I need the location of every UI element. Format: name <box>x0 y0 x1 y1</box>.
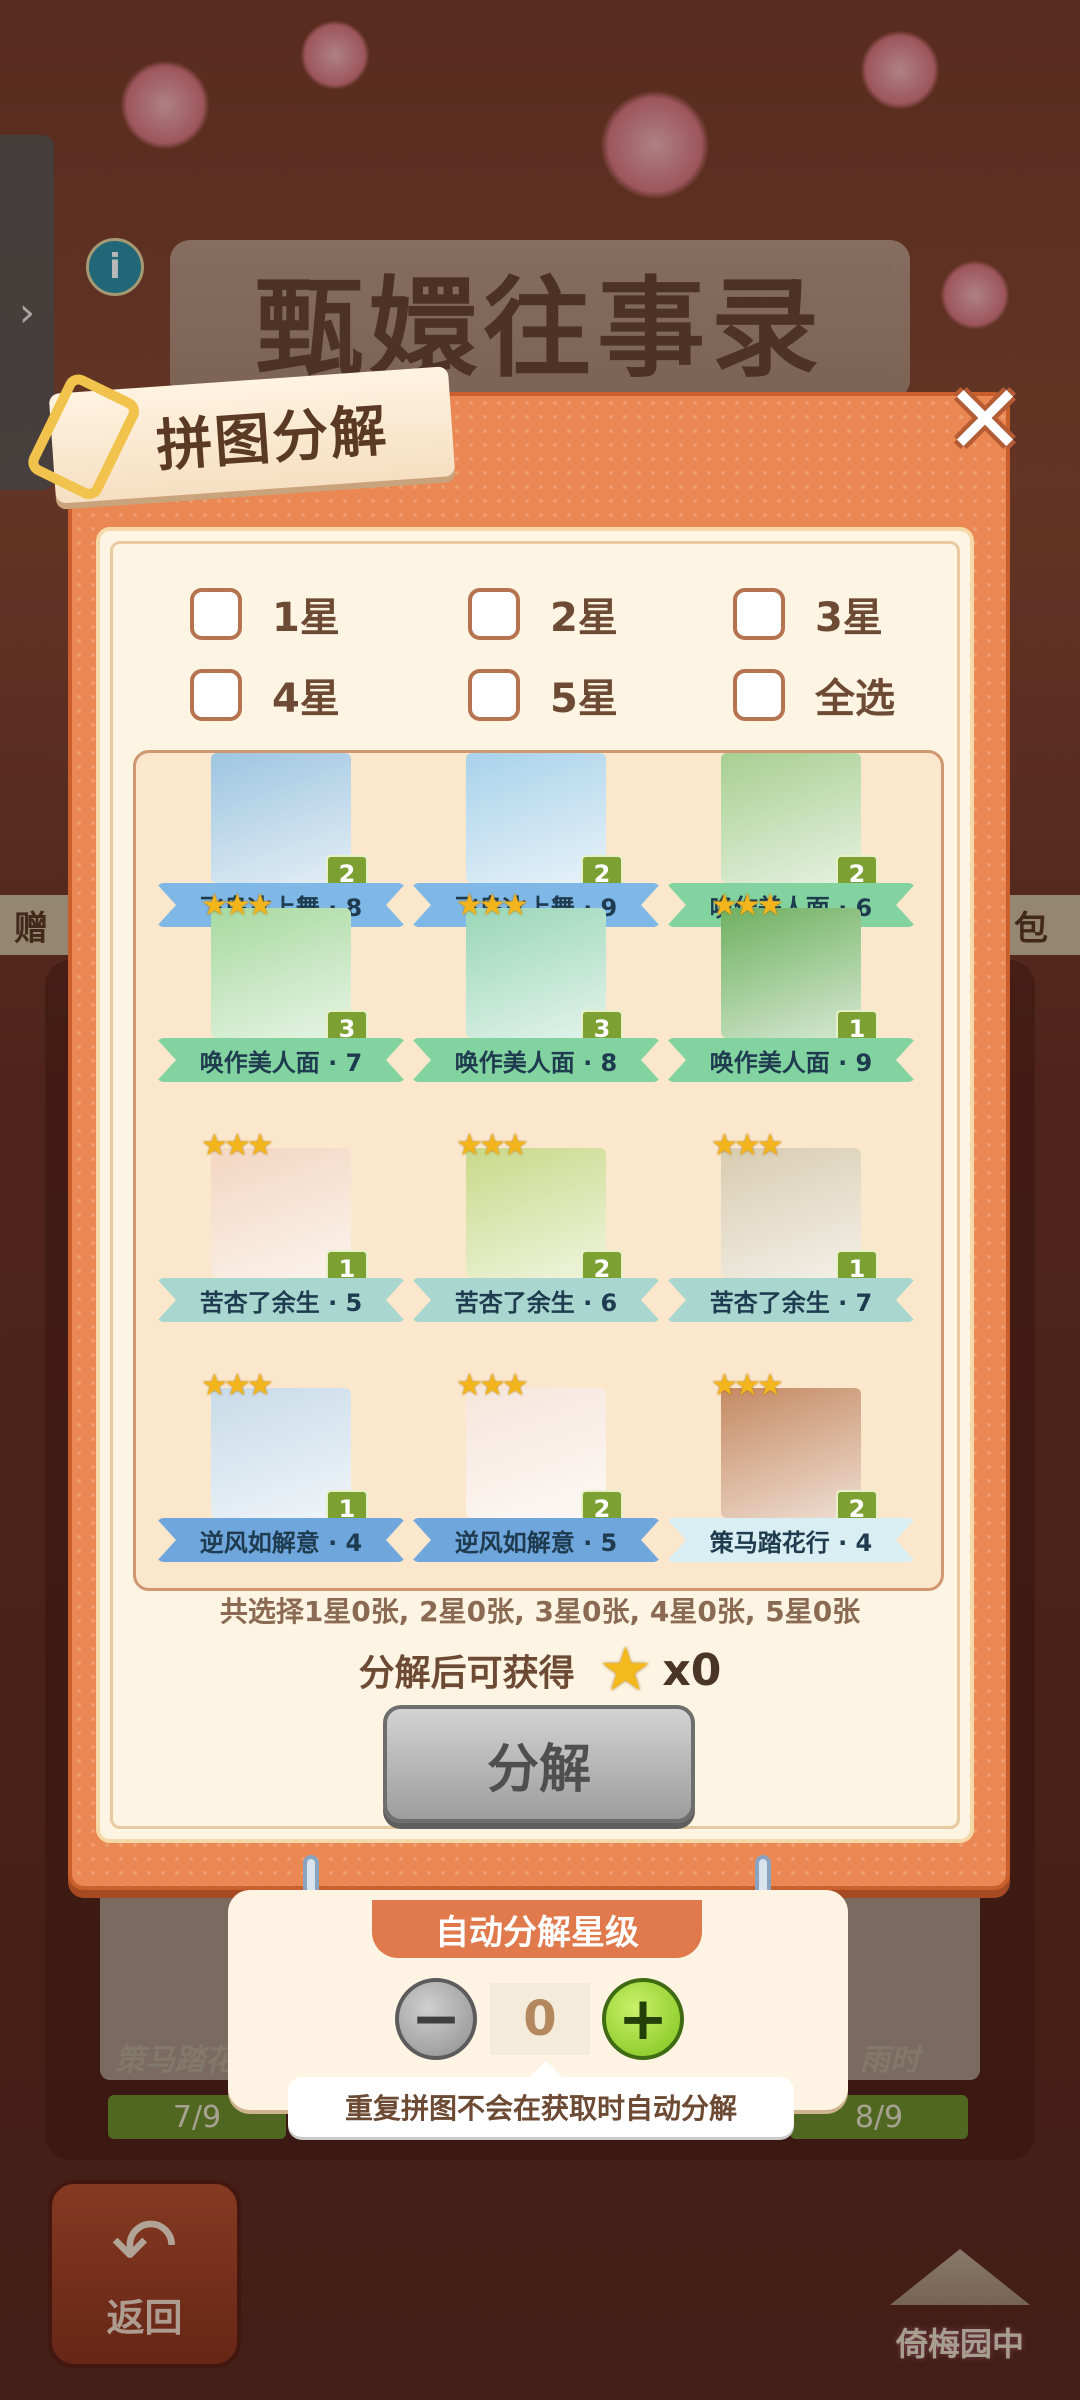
puzzle-piece[interactable]: ★★★ 2 逆风如解意 · 5 <box>411 1368 661 1583</box>
puzzle-piece-grid: 2飞鸟冰上舞 · 8 2飞鸟冰上舞 · 9 2唤作美人面 · 6 ★★★3唤作美… <box>133 750 944 1591</box>
minus-icon: − <box>410 1984 462 2054</box>
filter-label: 3星 <box>815 595 883 641</box>
puzzle-piece[interactable]: ★★★ 3 唤作美人面 · 7 <box>156 888 406 1103</box>
filter-4star[interactable]: 4星 <box>190 666 340 724</box>
star-rating: ★★★ <box>456 1368 529 1403</box>
auto-decompose-title: 自动分解星级 <box>372 1900 702 1958</box>
decompose-button[interactable]: 分解 <box>383 1705 695 1823</box>
star-icon: ★ <box>598 1635 653 1705</box>
puzzle-piece[interactable]: ★★★ 3 唤作美人面 · 8 <box>411 888 661 1103</box>
checkbox[interactable] <box>733 588 785 640</box>
checkbox[interactable] <box>468 588 520 640</box>
selection-summary: 共选择1星0张, 2星0张, 3星0张, 4星0张, 5星0张 <box>219 1595 861 1628</box>
star-rating: ★★★ <box>711 1368 784 1403</box>
decrease-button[interactable]: − <box>395 1978 477 2060</box>
puzzle-piece[interactable]: ★★★ 2 苦杏了余生 · 6 <box>411 1128 661 1343</box>
puzzle-piece[interactable]: ★★★ 1 逆风如解意 · 4 <box>156 1368 406 1583</box>
star-rating: ★★★ <box>201 888 274 923</box>
reward-row: 分解后可获得 ★ x0 <box>0 1640 1080 1700</box>
star-rating: ★★★ <box>456 888 529 923</box>
reward-label: 分解后可获得 <box>358 1653 575 1694</box>
auto-star-level-value: 0 <box>490 1983 590 2055</box>
puzzle-piece[interactable]: ★★★ 2 策马踏花行 · 4 <box>666 1368 916 1583</box>
piece-name: 唤作美人面 · 7 <box>156 1038 406 1082</box>
piece-name: 苦杏了余生 · 6 <box>411 1278 661 1322</box>
checkbox[interactable] <box>190 588 242 640</box>
checkbox[interactable] <box>733 669 785 721</box>
increase-button[interactable]: + <box>602 1978 684 2060</box>
star-rating: ★★★ <box>456 1128 529 1163</box>
puzzle-piece[interactable]: ★★★ 1 苦杏了余生 · 7 <box>666 1128 916 1343</box>
filter-5star[interactable]: 5星 <box>468 666 618 724</box>
piece-name: 唤作美人面 · 8 <box>411 1038 661 1082</box>
plus-icon: + <box>617 1984 669 2054</box>
auto-decompose-note: 重复拼图不会在获取时自动分解 <box>288 2061 794 2137</box>
reward-quantity: x0 <box>662 1644 722 1696</box>
filter-label: 全选 <box>815 676 895 722</box>
filter-label: 5星 <box>550 676 618 722</box>
checkbox[interactable] <box>468 669 520 721</box>
star-rating: ★★★ <box>711 1128 784 1163</box>
piece-name: 苦杏了余生 · 7 <box>666 1278 916 1322</box>
filter-label: 1星 <box>272 595 340 641</box>
filter-3star[interactable]: 3星 <box>733 585 883 643</box>
checkbox[interactable] <box>190 669 242 721</box>
close-icon[interactable]: ✕ <box>945 364 1025 476</box>
modal-title: 拼图分解 <box>154 398 391 480</box>
star-rating: ★★★ <box>201 1368 274 1403</box>
filter-2star[interactable]: 2星 <box>468 585 618 643</box>
piece-name: 逆风如解意 · 4 <box>156 1518 406 1562</box>
piece-name: 策马踏花行 · 4 <box>666 1518 916 1562</box>
puzzle-piece[interactable]: ★★★ 1 唤作美人面 · 9 <box>666 888 916 1103</box>
piece-name: 唤作美人面 · 9 <box>666 1038 916 1082</box>
filter-label: 4星 <box>272 676 340 722</box>
star-rating: ★★★ <box>711 888 784 923</box>
puzzle-piece[interactable]: ★★★ 1 苦杏了余生 · 5 <box>156 1128 406 1343</box>
filter-1star[interactable]: 1星 <box>190 585 340 643</box>
star-rating: ★★★ <box>201 1128 274 1163</box>
filter-label: 2星 <box>550 595 618 641</box>
piece-name: 苦杏了余生 · 5 <box>156 1278 406 1322</box>
piece-name: 逆风如解意 · 5 <box>411 1518 661 1562</box>
filter-select-all[interactable]: 全选 <box>733 666 895 724</box>
